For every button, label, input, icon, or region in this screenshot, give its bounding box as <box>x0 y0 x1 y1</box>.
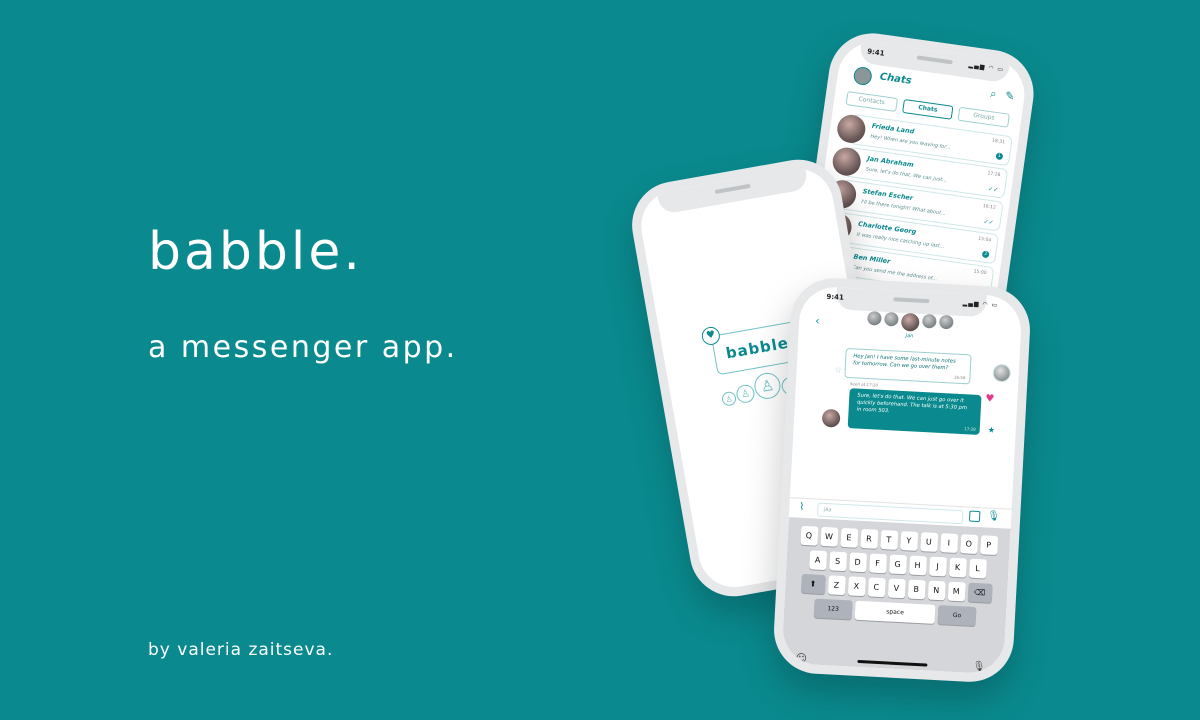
key[interactable]: A <box>808 550 827 571</box>
key[interactable]: G <box>888 554 907 575</box>
numbers-key[interactable]: 123 <box>813 598 853 620</box>
key[interactable]: W <box>819 526 838 547</box>
chat-time: 16:12 <box>982 204 997 211</box>
key[interactable]: K <box>948 557 967 578</box>
phone-conversation: 9:41 ▂▄▆ ◠ ▭ ‹ Jan ☆ Hey Jan! I have som… <box>771 275 1033 685</box>
key[interactable]: U <box>919 532 938 552</box>
person-icon: ♙ <box>752 370 783 401</box>
speaker <box>893 297 930 304</box>
incoming-message[interactable]: Hey Jan! I have some last-minute notes f… <box>844 347 972 385</box>
speaker <box>916 55 953 65</box>
heart-icon: ♥ <box>700 325 722 347</box>
key[interactable]: C <box>867 577 886 598</box>
key[interactable]: R <box>859 528 878 549</box>
key[interactable]: E <box>839 527 858 548</box>
key[interactable]: T <box>879 529 898 550</box>
person-icon: ♙ <box>735 383 756 405</box>
message-text: Hey Jan! I have some last-minute notes f… <box>852 353 956 372</box>
chat-preview: Sure, let's do that. We can just... <box>865 166 948 184</box>
message-time: 17:28 <box>964 426 976 432</box>
status-time: 9:41 <box>826 292 845 302</box>
speaker <box>714 183 751 195</box>
unread-badge: 1 <box>995 152 1004 161</box>
key[interactable]: J <box>928 556 947 577</box>
message-time: 16:56 <box>953 374 966 381</box>
key[interactable]: V <box>887 578 906 599</box>
unread-badge: 2 <box>981 250 990 259</box>
user-avatar <box>821 408 841 428</box>
seen-status: Seen at 17:20 <box>849 381 879 388</box>
search-icon[interactable]: ⌕ <box>989 87 998 102</box>
key[interactable]: Z <box>827 575 846 596</box>
keyboard: Q W E R T Y U I O P A S D F G H J K L ⬆ … <box>781 517 1011 675</box>
key[interactable]: Q <box>799 525 818 546</box>
key[interactable]: O <box>959 534 978 555</box>
dictation-mic-icon[interactable]: 🎙 <box>972 661 985 673</box>
chat-preview: It was really nice catching up last... <box>856 231 945 251</box>
heart-reaction-icon[interactable]: ♥ <box>985 393 995 404</box>
key[interactable]: B <box>907 579 926 600</box>
avatar[interactable] <box>867 310 882 326</box>
chat-time: 15:04 <box>977 236 992 244</box>
star-filled-icon[interactable]: ★ <box>988 425 996 434</box>
key[interactable]: F <box>868 553 887 574</box>
chat-preview: Hey! When are you leaving for... <box>869 133 951 151</box>
key[interactable]: X <box>847 576 866 597</box>
conversation-screen: 9:41 ▂▄▆ ◠ ▭ ‹ Jan ☆ Hey Jan! I have som… <box>781 285 1023 675</box>
chat-name: Frieda Land <box>871 121 915 136</box>
go-key[interactable]: Go <box>937 605 977 627</box>
message-text: Sure, let's do that. We can just go over… <box>856 392 968 415</box>
key[interactable]: P <box>979 535 998 556</box>
avatar[interactable] <box>921 313 937 329</box>
space-key[interactable]: space <box>854 600 936 624</box>
key[interactable]: M <box>947 581 966 602</box>
author-credit: by valeria zaitseva. <box>148 640 334 660</box>
paperclip-icon[interactable]: ⌇ <box>799 502 804 513</box>
avatar <box>830 145 863 178</box>
key[interactable]: Y <box>899 531 918 551</box>
avatar <box>835 113 868 145</box>
compose-icon[interactable]: ✎ <box>1004 89 1015 103</box>
app-title: babble. <box>148 222 363 282</box>
avatar-active[interactable] <box>900 312 920 332</box>
key[interactable]: H <box>908 555 927 576</box>
profile-avatar[interactable] <box>852 65 873 87</box>
microphone-icon[interactable]: 🎙 <box>987 511 1000 523</box>
sender-avatar <box>992 363 1012 383</box>
key[interactable]: N <box>927 580 946 601</box>
home-indicator <box>857 659 928 667</box>
read-check-icon: ✓✓ <box>983 218 995 227</box>
outgoing-message[interactable]: Sure, let's do that. We can just go over… <box>847 388 982 435</box>
key[interactable]: L <box>968 558 987 579</box>
key[interactable]: I <box>939 533 958 553</box>
app-subtitle: a messenger app. <box>148 330 458 365</box>
chat-time: 15:00 <box>973 269 987 277</box>
delete-key[interactable]: ⌫ <box>967 582 993 603</box>
chat-time: 18:31 <box>991 138 1006 146</box>
read-check-icon: ✓✓ <box>987 185 999 194</box>
avatar[interactable] <box>938 314 954 330</box>
sticker-icon[interactable] <box>968 510 981 523</box>
key[interactable]: D <box>848 552 867 573</box>
page-title: Chats <box>879 71 913 87</box>
chat-preview: I'll be there tonight! What about... <box>860 199 947 217</box>
person-icon: ♙ <box>720 390 738 407</box>
star-outline-icon[interactable]: ☆ <box>834 365 842 374</box>
chat-name: Ben Miller <box>853 252 891 266</box>
chat-time: 17:28 <box>987 171 1001 179</box>
notch <box>657 167 809 215</box>
emoji-icon[interactable]: ☺ <box>795 652 807 666</box>
avatar[interactable] <box>884 311 899 327</box>
key[interactable]: S <box>828 551 847 572</box>
shift-key[interactable]: ⬆ <box>800 573 826 595</box>
